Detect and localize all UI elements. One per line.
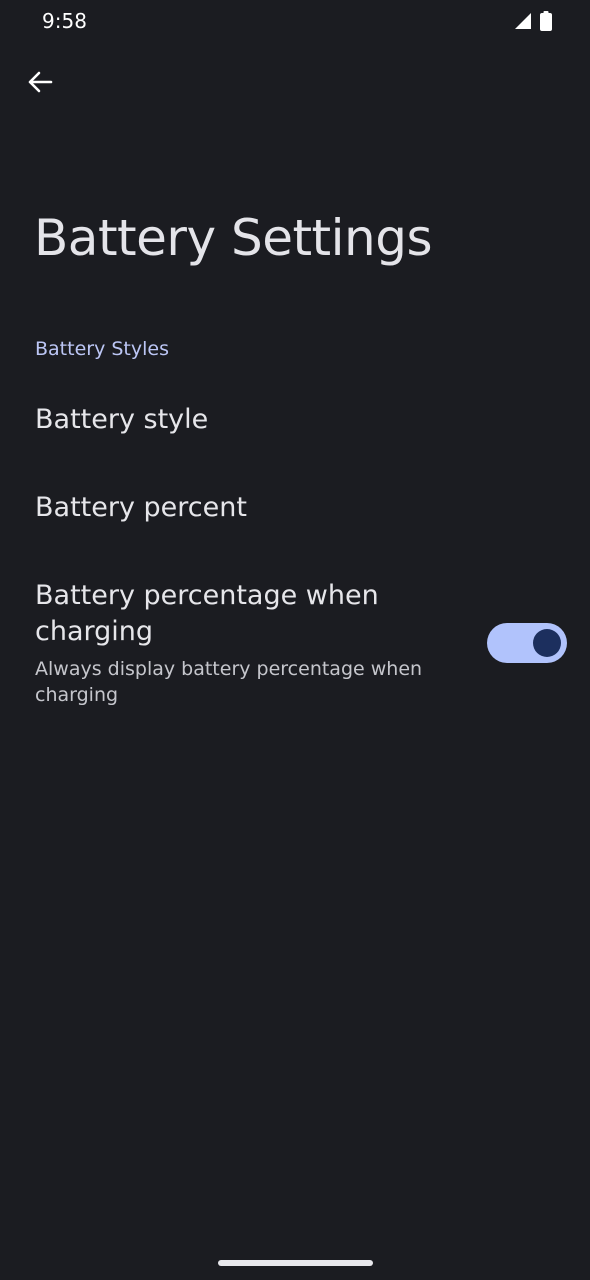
battery-percent-item[interactable]: Battery percent xyxy=(0,484,590,544)
toggle-thumb xyxy=(533,629,561,657)
gesture-nav-handle[interactable] xyxy=(218,1260,373,1266)
settings-screen: 9:58 Battery Settings Battery Styles Bat… xyxy=(0,0,590,1280)
charging-percentage-summary: Always display battery percentage when c… xyxy=(35,658,423,706)
battery-icon xyxy=(540,11,552,35)
status-time: 9:58 xyxy=(42,9,87,33)
status-bar: 9:58 xyxy=(0,0,590,44)
battery-style-item[interactable]: Battery style xyxy=(0,396,590,456)
signal-icon xyxy=(514,12,532,34)
charging-percentage-toggle[interactable] xyxy=(487,623,567,663)
arrow-back-icon xyxy=(27,70,53,98)
page-title: Battery Settings xyxy=(34,209,433,267)
charging-percentage-item[interactable]: Battery percentage when charging Always … xyxy=(0,570,590,720)
category-header: Battery Styles xyxy=(35,338,169,360)
battery-style-title: Battery style xyxy=(35,404,209,435)
battery-percent-title: Battery percent xyxy=(35,492,247,523)
charging-percentage-title: Battery percentage when charging xyxy=(35,580,379,647)
status-icons xyxy=(514,11,552,35)
back-button[interactable] xyxy=(18,62,62,106)
